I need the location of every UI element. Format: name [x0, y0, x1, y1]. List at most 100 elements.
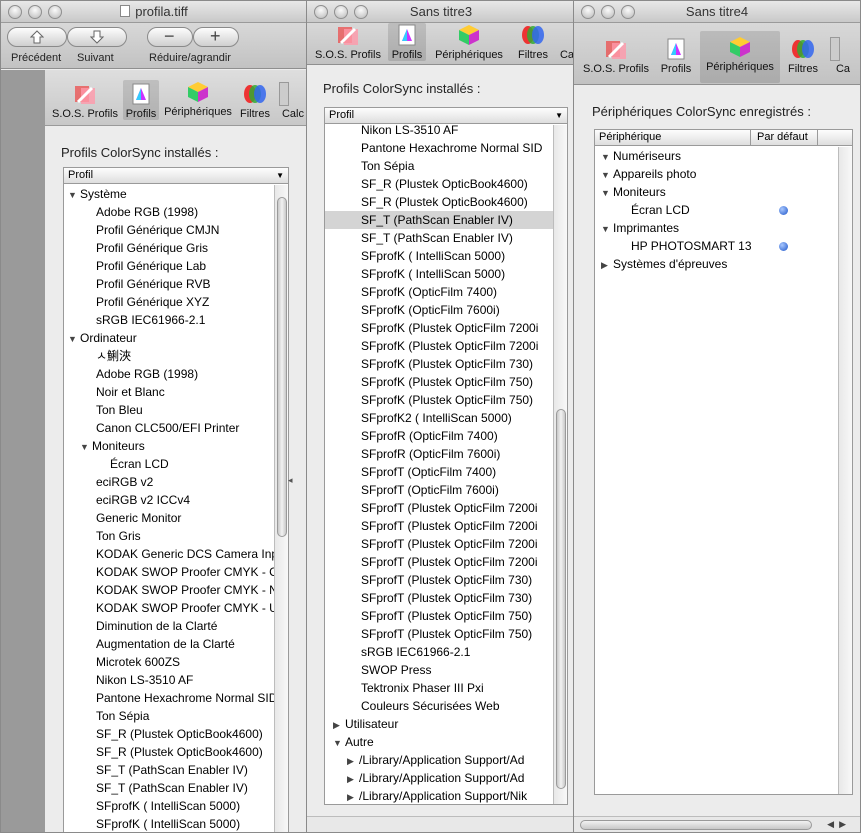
- list-item[interactable]: Profil Générique CMJN: [64, 221, 288, 239]
- list-item[interactable]: Écran LCD: [595, 201, 852, 219]
- list-item[interactable]: Pantone Hexachrome Normal SID: [64, 689, 288, 707]
- list-item[interactable]: SFprofT (Plustek OpticFilm 7200i: [325, 553, 567, 571]
- list-item[interactable]: Ton Gris: [64, 527, 288, 545]
- hscroll-thumb[interactable]: [580, 820, 812, 830]
- list-item[interactable]: SFprofK (Plustek OpticFilm 7200i: [325, 337, 567, 355]
- tab-peripheriques[interactable]: Périphériques: [161, 80, 235, 118]
- list-item[interactable]: SFprofR (OpticFilm 7400): [325, 427, 567, 445]
- disclosure-open-icon[interactable]: ▼: [601, 220, 613, 238]
- list-item[interactable]: Ton Sépia: [325, 157, 567, 175]
- default-indicator-icon[interactable]: [779, 206, 788, 215]
- tab-profils[interactable]: Profils: [388, 23, 426, 61]
- disclosure-open-icon[interactable]: ▼: [333, 734, 345, 752]
- list-item[interactable]: KODAK SWOP Proofer CMYK - Un: [64, 599, 288, 617]
- list-item[interactable]: SF_R (Plustek OpticBook4600): [64, 743, 288, 761]
- disclosure-closed-icon[interactable]: ▶: [347, 788, 359, 804]
- tab-sos-profils[interactable]: S.O.S. Profils: [580, 37, 652, 75]
- list-header[interactable]: Périphérique Par défaut: [595, 130, 852, 146]
- device-list[interactable]: Périphérique Par défaut ▼ Numériseurs ▼ App…: [594, 129, 853, 795]
- list-item[interactable]: SFprofT (Plustek OpticFilm 730): [325, 589, 567, 607]
- profile-list[interactable]: Profil ▼ Nikon LS-3510 AF Pantone Hexachro…: [324, 107, 568, 805]
- zoom-in-button[interactable]: +: [193, 26, 239, 47]
- list-item[interactable]: Ton Sépia: [64, 707, 288, 725]
- column-par-defaut[interactable]: Par défaut: [757, 131, 808, 143]
- list-item[interactable]: SFprofT (Plustek OpticFilm 7200i: [325, 499, 567, 517]
- disclosure-closed-icon[interactable]: ▶: [601, 256, 613, 274]
- tab-peripheriques[interactable]: Périphériques: [700, 31, 780, 83]
- window-titlebar[interactable]: Sans titre4: [574, 1, 860, 23]
- scroll-right-arrow-icon[interactable]: ▶: [839, 819, 846, 830]
- disclosure-open-icon[interactable]: ▼: [68, 330, 80, 348]
- list-item[interactable]: Écran LCD: [64, 455, 288, 473]
- previous-button[interactable]: [7, 27, 67, 47]
- list-item[interactable]: Nikon LS-3510 AF: [64, 671, 288, 689]
- column-peripherique[interactable]: Périphérique: [599, 131, 661, 143]
- list-item[interactable]: SFprofT (Plustek OpticFilm 750): [325, 625, 567, 643]
- list-item[interactable]: SFprofT (Plustek OpticFilm 7200i: [325, 535, 567, 553]
- list-item[interactable]: Pantone Hexachrome Normal SID: [325, 139, 567, 157]
- disclosure-closed-icon[interactable]: ▶: [347, 752, 359, 770]
- list-item[interactable]: SF_R (Plustek OpticBook4600): [64, 725, 288, 743]
- disclosure-open-icon[interactable]: ▼: [601, 184, 613, 202]
- vertical-scrollbar[interactable]: [274, 185, 288, 832]
- list-item[interactable]: KODAK SWOP Proofer CMYK - Ne: [64, 581, 288, 599]
- list-item[interactable]: Profil Générique Lab: [64, 257, 288, 275]
- tree-group-row[interactable]: ▼ Moniteurs: [64, 437, 288, 455]
- column-profil[interactable]: Profil: [68, 169, 93, 181]
- tree-group-row[interactable]: ▶ Systèmes d'épreuves: [595, 255, 852, 273]
- list-item[interactable]: SF_R (Plustek OpticBook4600): [325, 175, 567, 193]
- tab-filtres[interactable]: Filtres: [515, 23, 551, 61]
- list-item[interactable]: KODAK SWOP Proofer CMYK - Co: [64, 563, 288, 581]
- disclosure-open-icon[interactable]: ▼: [80, 438, 92, 456]
- list-item[interactable]: SF_T (PathScan Enabler IV): [325, 229, 567, 247]
- list-item[interactable]: SFprofK (Plustek OpticFilm 750): [325, 391, 567, 409]
- list-item[interactable]: SFprofT (OpticFilm 7400): [325, 463, 567, 481]
- window-titlebar[interactable]: profila.tiff: [1, 1, 307, 23]
- disclosure-open-icon[interactable]: ▼: [68, 186, 80, 204]
- tree-group-row[interactable]: ▼ Imprimantes: [595, 219, 852, 237]
- list-item[interactable]: Noir et Blanc: [64, 383, 288, 401]
- tree-group-row[interactable]: ▼ Moniteurs: [595, 183, 852, 201]
- list-item[interactable]: sRGB IEC61966-2.1: [325, 643, 567, 661]
- list-item[interactable]: sRGB IEC61966-2.1: [64, 311, 288, 329]
- list-item[interactable]: SFprofK (Plustek OpticFilm 750): [325, 373, 567, 391]
- list-item[interactable]: SFprofT (Plustek OpticFilm 7200i: [325, 517, 567, 535]
- list-item[interactable]: Canon CLC500/EFI Printer: [64, 419, 288, 437]
- list-item[interactable]: eciRGB v2 ICCv4: [64, 491, 288, 509]
- tab-profils[interactable]: Profils: [123, 80, 159, 120]
- list-item[interactable]: SFprofT (Plustek OpticFilm 750): [325, 607, 567, 625]
- list-item[interactable]: Diminution de la Clarté: [64, 617, 288, 635]
- tab-calc[interactable]: Calc: [277, 82, 307, 120]
- list-item[interactable]: SFprofR (OpticFilm 7600i): [325, 445, 567, 463]
- list-item[interactable]: Profil Générique XYZ: [64, 293, 288, 311]
- list-item[interactable]: Augmentation de la Clarté: [64, 635, 288, 653]
- list-item[interactable]: SFprofK (OpticFilm 7600i): [325, 301, 567, 319]
- horizontal-scrollbar[interactable]: ◀ ▶: [574, 816, 860, 832]
- list-item[interactable]: eciRGB v2: [64, 473, 288, 491]
- tab-calc[interactable]: Ca: [828, 37, 858, 75]
- list-item[interactable]: SF_T (PathScan Enabler IV): [325, 211, 567, 229]
- list-item[interactable]: SWOP Press: [325, 661, 567, 679]
- vertical-scrollbar[interactable]: [553, 125, 567, 804]
- scroll-left-arrow-icon[interactable]: ◀: [827, 819, 834, 830]
- tree-group-row[interactable]: ▶ Utilisateur: [325, 715, 567, 733]
- list-item[interactable]: Ton Bleu: [64, 401, 288, 419]
- list-item[interactable]: Profil Générique Gris: [64, 239, 288, 257]
- profile-list[interactable]: Profil ▼ ▼ Système Adobe RGB (1998) Profil G…: [63, 167, 289, 832]
- list-item[interactable]: Generic Monitor: [64, 509, 288, 527]
- disclosure-open-icon[interactable]: ▼: [601, 148, 613, 166]
- list-item[interactable]: Adobe RGB (1998): [64, 203, 288, 221]
- disclosure-closed-icon[interactable]: ▶: [347, 770, 359, 788]
- vertical-scrollbar[interactable]: [838, 147, 852, 794]
- tree-group-row[interactable]: ▼ Système: [64, 185, 288, 203]
- list-item[interactable]: SFprofK (OpticFilm 7400): [325, 283, 567, 301]
- list-item[interactable]: SFprofK (Plustek OpticFilm 7200i: [325, 319, 567, 337]
- horizontal-scrollbar[interactable]: [307, 816, 575, 832]
- tree-group-row[interactable]: ▶/Library/Application Support/Ad: [325, 751, 567, 769]
- list-item[interactable]: Microtek 600ZS: [64, 653, 288, 671]
- tree-group-row[interactable]: ▼ Numériseurs: [595, 147, 852, 165]
- list-item[interactable]: SFprofK ( IntelliScan 5000): [325, 247, 567, 265]
- tab-sos-profils[interactable]: S.O.S. Profils: [311, 23, 385, 61]
- list-item[interactable]: Tektronix Phaser III Pxi: [325, 679, 567, 697]
- list-item[interactable]: SFprofK2 ( IntelliScan 5000): [325, 409, 567, 427]
